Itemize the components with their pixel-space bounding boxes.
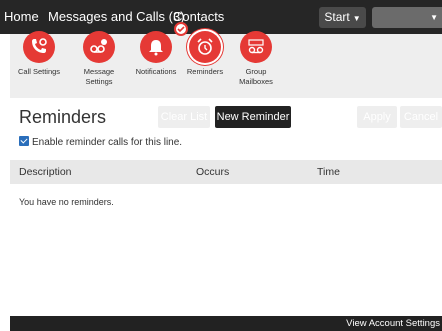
nav-messages-link[interactable]: Messages and Calls (3) [48,9,185,24]
voicemail-gear-icon [83,31,115,63]
column-header-description[interactable]: Description [19,166,72,178]
toolbar-notifications[interactable]: Notifications [128,22,188,98]
toolbar-label: Group Mailboxes [239,67,273,86]
toolbar-call-settings[interactable]: Call Settings [11,31,67,98]
toolbar-label: Message Settings [83,67,115,86]
view-account-settings-link[interactable]: View Account Settings [346,318,440,329]
nav-home-link[interactable]: Home [4,9,39,24]
toolbar-message-settings[interactable]: Message Settings [71,31,127,98]
chevron-down-icon: ▼ [352,14,361,23]
footer-bar: View Account Settings [10,316,442,331]
settings-toolbar: Call Settings Message Settings Notificat… [10,22,442,98]
start-label: Start [324,10,350,24]
chevron-down-icon: ▼ [430,13,438,22]
enable-reminders-checkbox[interactable] [19,136,29,146]
clear-list-button[interactable]: Clear List [158,106,210,128]
cancel-button[interactable]: Cancel [400,106,442,128]
column-header-occurs[interactable]: Occurs [196,166,229,178]
alarm-clock-icon [189,31,221,63]
top-nav: Home Messages and Calls (3) Contacts Sta… [0,0,442,34]
account-dropdown[interactable]: ▼ [372,7,442,28]
enable-reminders-row: Enable reminder calls for this line. [19,136,182,148]
empty-state-message: You have no reminders. [19,197,114,207]
column-header-time[interactable]: Time [317,166,340,178]
toolbar-group-mailboxes[interactable]: Group Mailboxes [228,31,284,98]
toolbar-label: Notifications [135,67,177,76]
toolbar-label: Call Settings [17,67,61,76]
toolbar-label: Reminders [186,67,224,76]
start-menu-button[interactable]: Start ▼ [319,7,366,28]
enable-reminders-label: Enable reminder calls for this line. [32,137,183,148]
page-title: Reminders [19,107,107,127]
phone-gear-icon [23,31,55,63]
bell-icon [140,22,188,63]
apply-button[interactable]: Apply [357,106,397,128]
reminders-table-header: Description Occurs Time [10,160,442,184]
new-reminder-button[interactable]: New Reminder [215,106,291,128]
group-voicemail-icon [240,31,272,63]
toolbar-reminders[interactable]: Reminders [177,31,233,98]
